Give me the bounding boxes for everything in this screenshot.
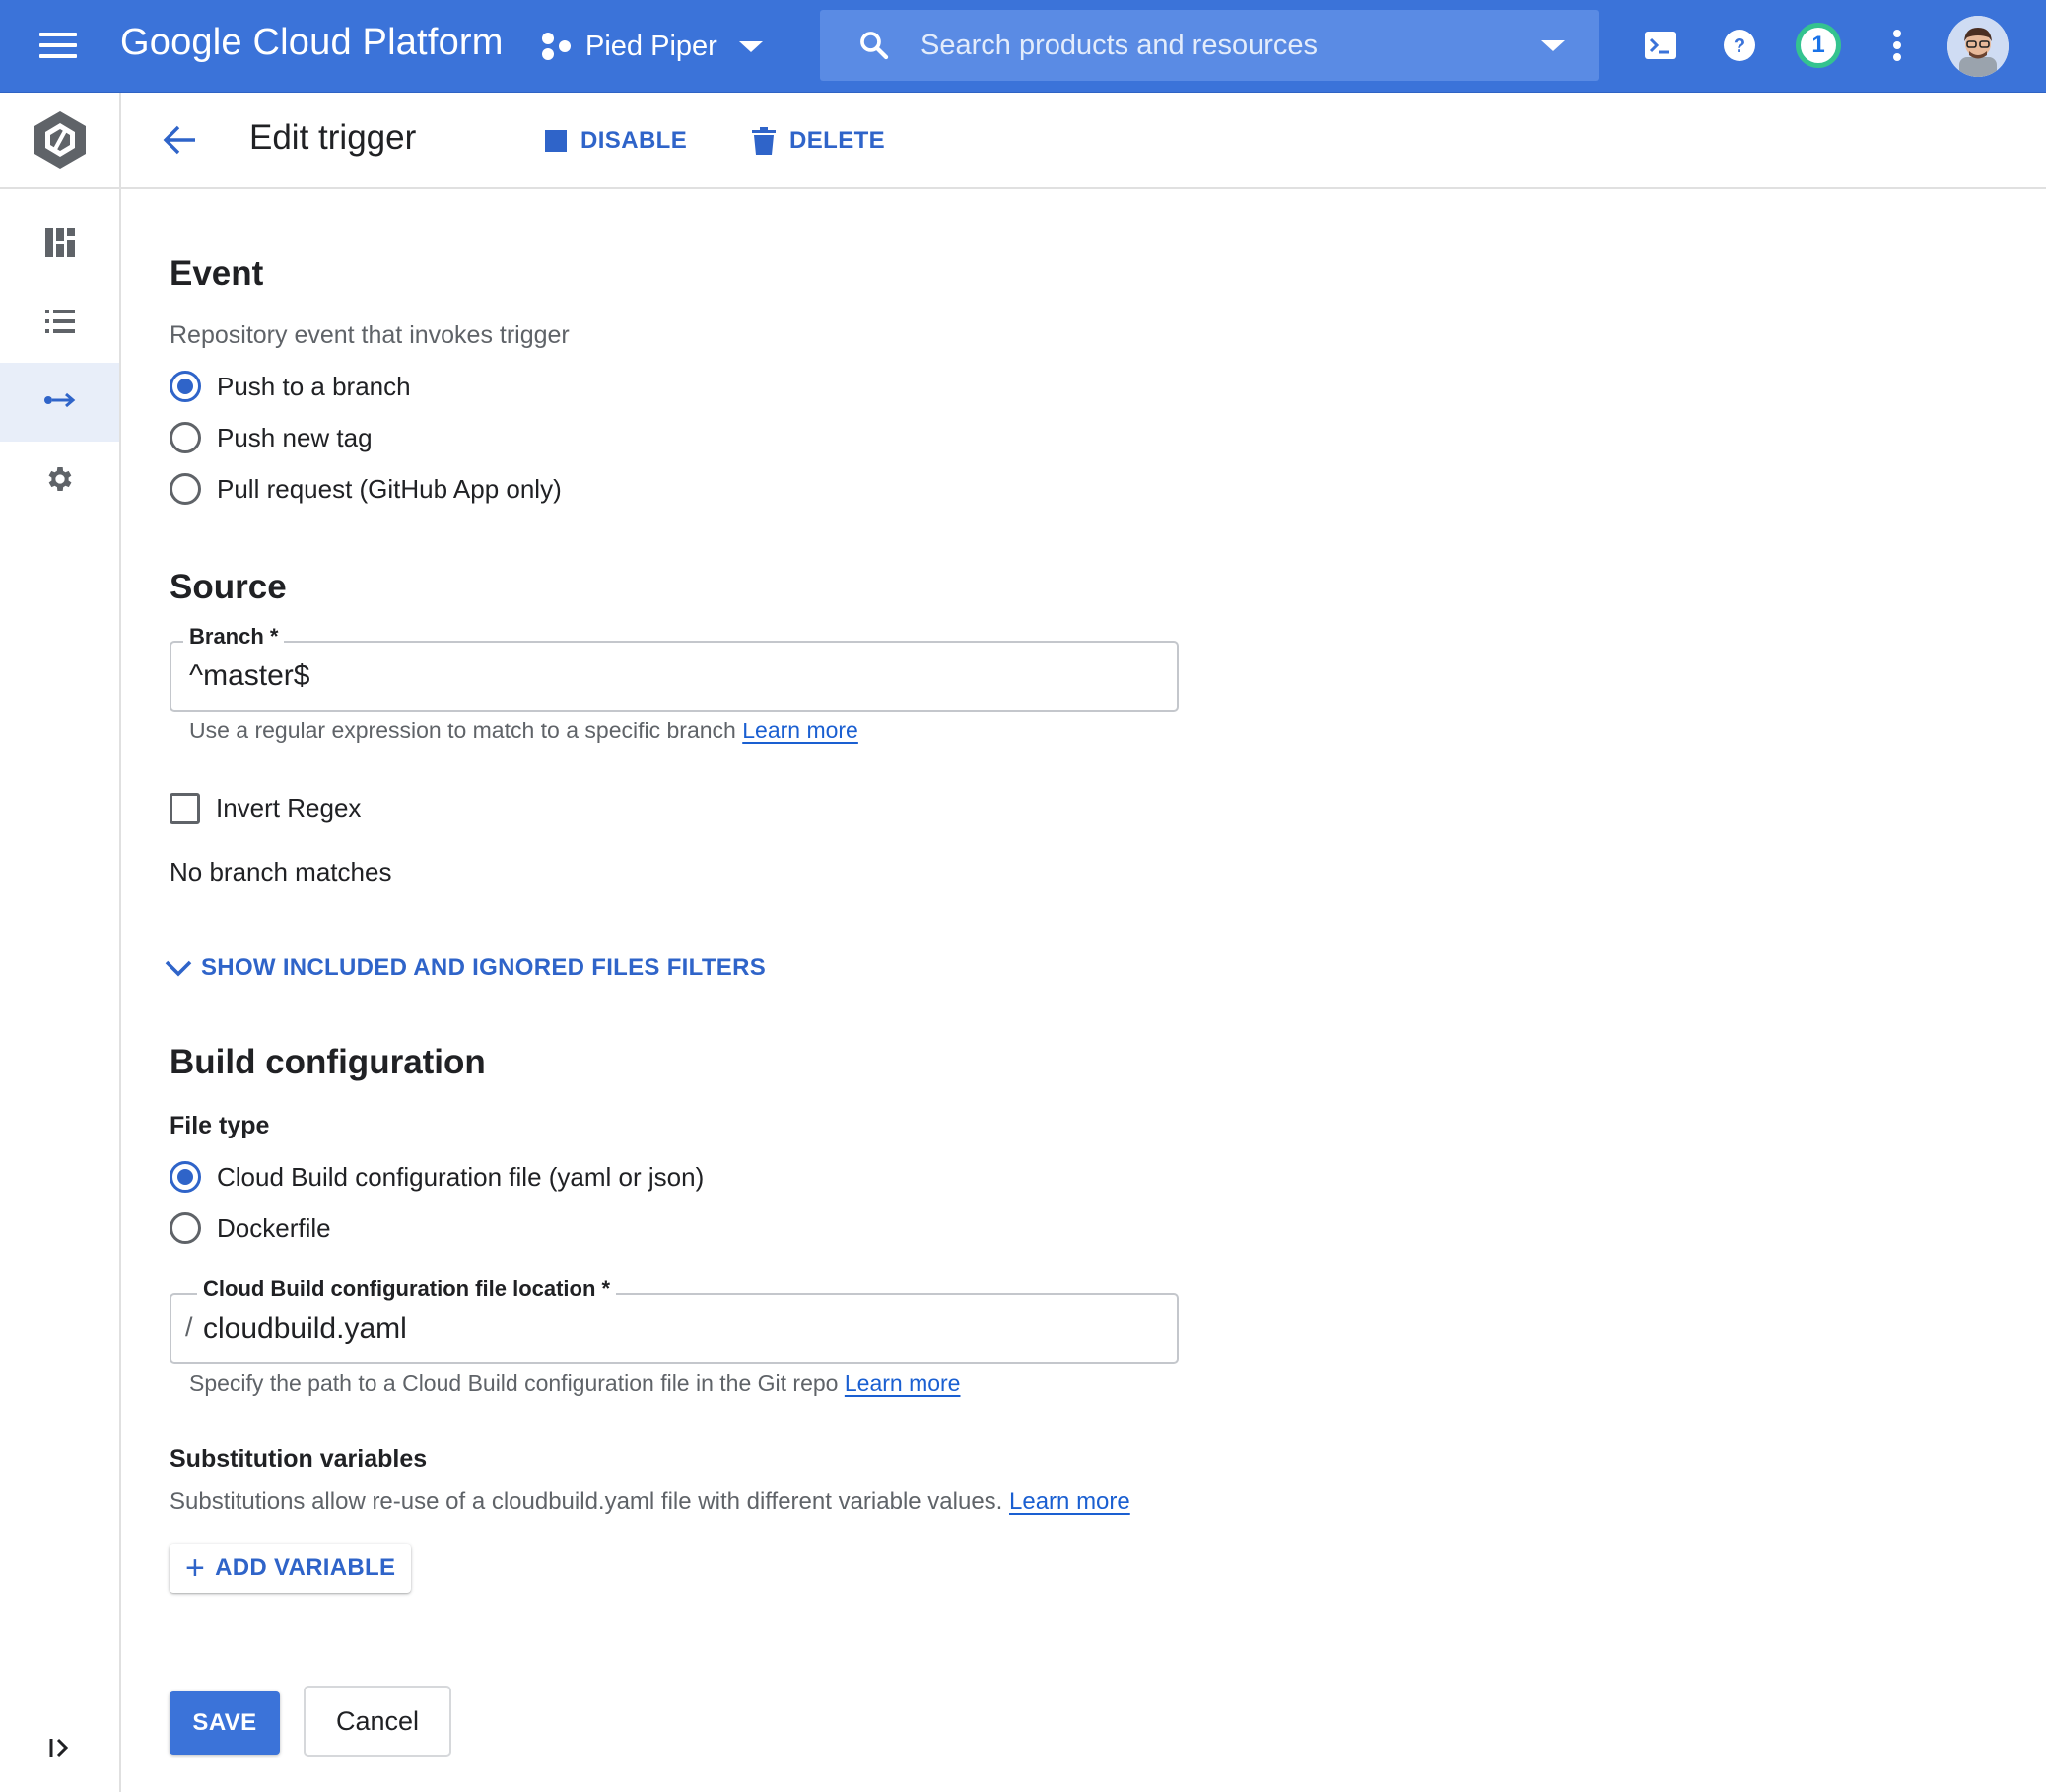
- dashboard-icon: [43, 226, 77, 264]
- radio-button[interactable]: [170, 371, 201, 402]
- radio-button[interactable]: [170, 473, 201, 505]
- product-brand[interactable]: Google Cloud Platform: [120, 22, 504, 64]
- help-icon[interactable]: ?: [1717, 23, 1762, 68]
- branch-helper-text: Use a regular expression to match to a s…: [189, 718, 858, 744]
- branch-field-label: Branch *: [183, 624, 285, 650]
- helper-text: Use a regular expression to match to a s…: [189, 718, 736, 743]
- delete-button[interactable]: DELETE: [752, 120, 885, 162]
- radio-label: Dockerfile: [217, 1212, 331, 1243]
- page-header: Edit trigger DISABLE DELETE: [121, 93, 2046, 189]
- save-button[interactable]: SAVE: [170, 1691, 280, 1755]
- search-icon: [840, 10, 909, 81]
- plus-icon: +: [185, 1550, 206, 1587]
- radio-button[interactable]: [170, 1161, 201, 1193]
- stop-icon: [545, 130, 567, 152]
- page-title: Edit trigger: [249, 118, 417, 157]
- cloud-build-logo-icon[interactable]: [0, 93, 119, 189]
- event-heading: Event: [170, 254, 264, 293]
- cancel-button[interactable]: Cancel: [304, 1686, 451, 1757]
- invert-regex-checkbox-row[interactable]: Invert Regex: [170, 791, 361, 826]
- nav-history[interactable]: [0, 284, 119, 363]
- config-location-field[interactable]: Cloud Build configuration file location …: [170, 1276, 1179, 1364]
- more-options-icon[interactable]: [1875, 23, 1920, 68]
- branch-field[interactable]: Branch *: [170, 624, 1179, 712]
- file-type-label: File type: [170, 1112, 270, 1139]
- search-input[interactable]: Search products and resources: [921, 30, 1541, 62]
- radio-button[interactable]: [170, 422, 201, 453]
- radio-label: Push to a branch: [217, 371, 411, 401]
- top-app-bar: Google Cloud Platform Pied Piper Search …: [0, 0, 2046, 93]
- config-location-helper: Specify the path to a Cloud Build config…: [189, 1370, 960, 1397]
- search-dropdown-icon[interactable]: [1541, 39, 1565, 51]
- branch-match-status: No branch matches: [170, 858, 392, 887]
- search-bar[interactable]: Search products and resources: [820, 10, 1599, 81]
- disable-button[interactable]: DISABLE: [545, 120, 687, 162]
- main-menu-icon[interactable]: [39, 33, 77, 58]
- chevron-down-icon: [738, 40, 763, 52]
- settings-gear-icon: [44, 463, 76, 500]
- invert-regex-label: Invert Regex: [216, 793, 362, 823]
- substitutions-learn-more-link[interactable]: Learn more: [1009, 1488, 1130, 1515]
- list-icon: [43, 307, 77, 341]
- nav-triggers[interactable]: [0, 363, 119, 442]
- show-filters-label: SHOW INCLUDED AND IGNORED FILES FILTERS: [201, 954, 767, 981]
- project-name: Pied Piper: [585, 30, 717, 62]
- source-heading: Source: [170, 568, 287, 606]
- radio-label: Cloud Build configuration file (yaml or …: [217, 1161, 705, 1192]
- disable-label: DISABLE: [580, 127, 688, 154]
- trash-icon: [752, 127, 776, 155]
- radio-cloud-build-file[interactable]: Cloud Build configuration file (yaml or …: [170, 1159, 704, 1195]
- expand-nav-icon[interactable]: [45, 1733, 75, 1762]
- back-arrow-icon[interactable]: [157, 117, 202, 163]
- helper-text: Specify the path to a Cloud Build config…: [189, 1370, 839, 1396]
- radio-label: Pull request (GitHub App only): [217, 473, 562, 504]
- branch-learn-more-link[interactable]: Learn more: [742, 718, 858, 743]
- nav-dashboard[interactable]: [0, 205, 119, 284]
- chevron-down-icon: [164, 958, 193, 978]
- substitutions-description: Substitutions allow re-use of a cloudbui…: [170, 1488, 1130, 1516]
- cloud-shell-icon[interactable]: [1638, 23, 1683, 68]
- branch-input[interactable]: [189, 656, 1155, 696]
- account-avatar[interactable]: [1947, 16, 2009, 77]
- show-files-filters-toggle[interactable]: SHOW INCLUDED AND IGNORED FILES FILTERS: [164, 948, 766, 988]
- invert-regex-checkbox[interactable]: [170, 793, 200, 824]
- radio-push-tag[interactable]: Push new tag: [170, 420, 373, 455]
- add-variable-label: ADD VARIABLE: [215, 1554, 396, 1581]
- description-text: Substitutions allow re-use of a cloudbui…: [170, 1488, 1003, 1515]
- build-config-heading: Build configuration: [170, 1043, 486, 1081]
- notifications-button[interactable]: 1: [1796, 23, 1841, 68]
- config-location-input[interactable]: [203, 1309, 1149, 1348]
- add-variable-button[interactable]: + ADD VARIABLE: [170, 1544, 412, 1593]
- config-learn-more-link[interactable]: Learn more: [845, 1370, 961, 1396]
- triggers-icon: [43, 390, 77, 415]
- path-prefix: /: [185, 1312, 193, 1342]
- radio-button[interactable]: [170, 1212, 201, 1244]
- radio-dockerfile[interactable]: Dockerfile: [170, 1210, 331, 1246]
- nav-settings[interactable]: [0, 442, 119, 520]
- event-description: Repository event that invokes trigger: [170, 321, 570, 349]
- svg-text:?: ?: [1734, 35, 1745, 57]
- radio-label: Push new tag: [217, 422, 373, 452]
- config-location-label: Cloud Build configuration file location …: [197, 1276, 617, 1302]
- radio-pull-request[interactable]: Pull request (GitHub App only): [170, 471, 562, 507]
- radio-push-branch[interactable]: Push to a branch: [170, 369, 411, 404]
- substitutions-heading: Substitution variables: [170, 1445, 428, 1473]
- project-selector[interactable]: Pied Piper: [542, 24, 763, 69]
- delete-label: DELETE: [789, 127, 886, 154]
- project-icon: [542, 31, 572, 62]
- notification-count-badge: 1: [1796, 23, 1841, 68]
- product-side-nav: [0, 93, 121, 1792]
